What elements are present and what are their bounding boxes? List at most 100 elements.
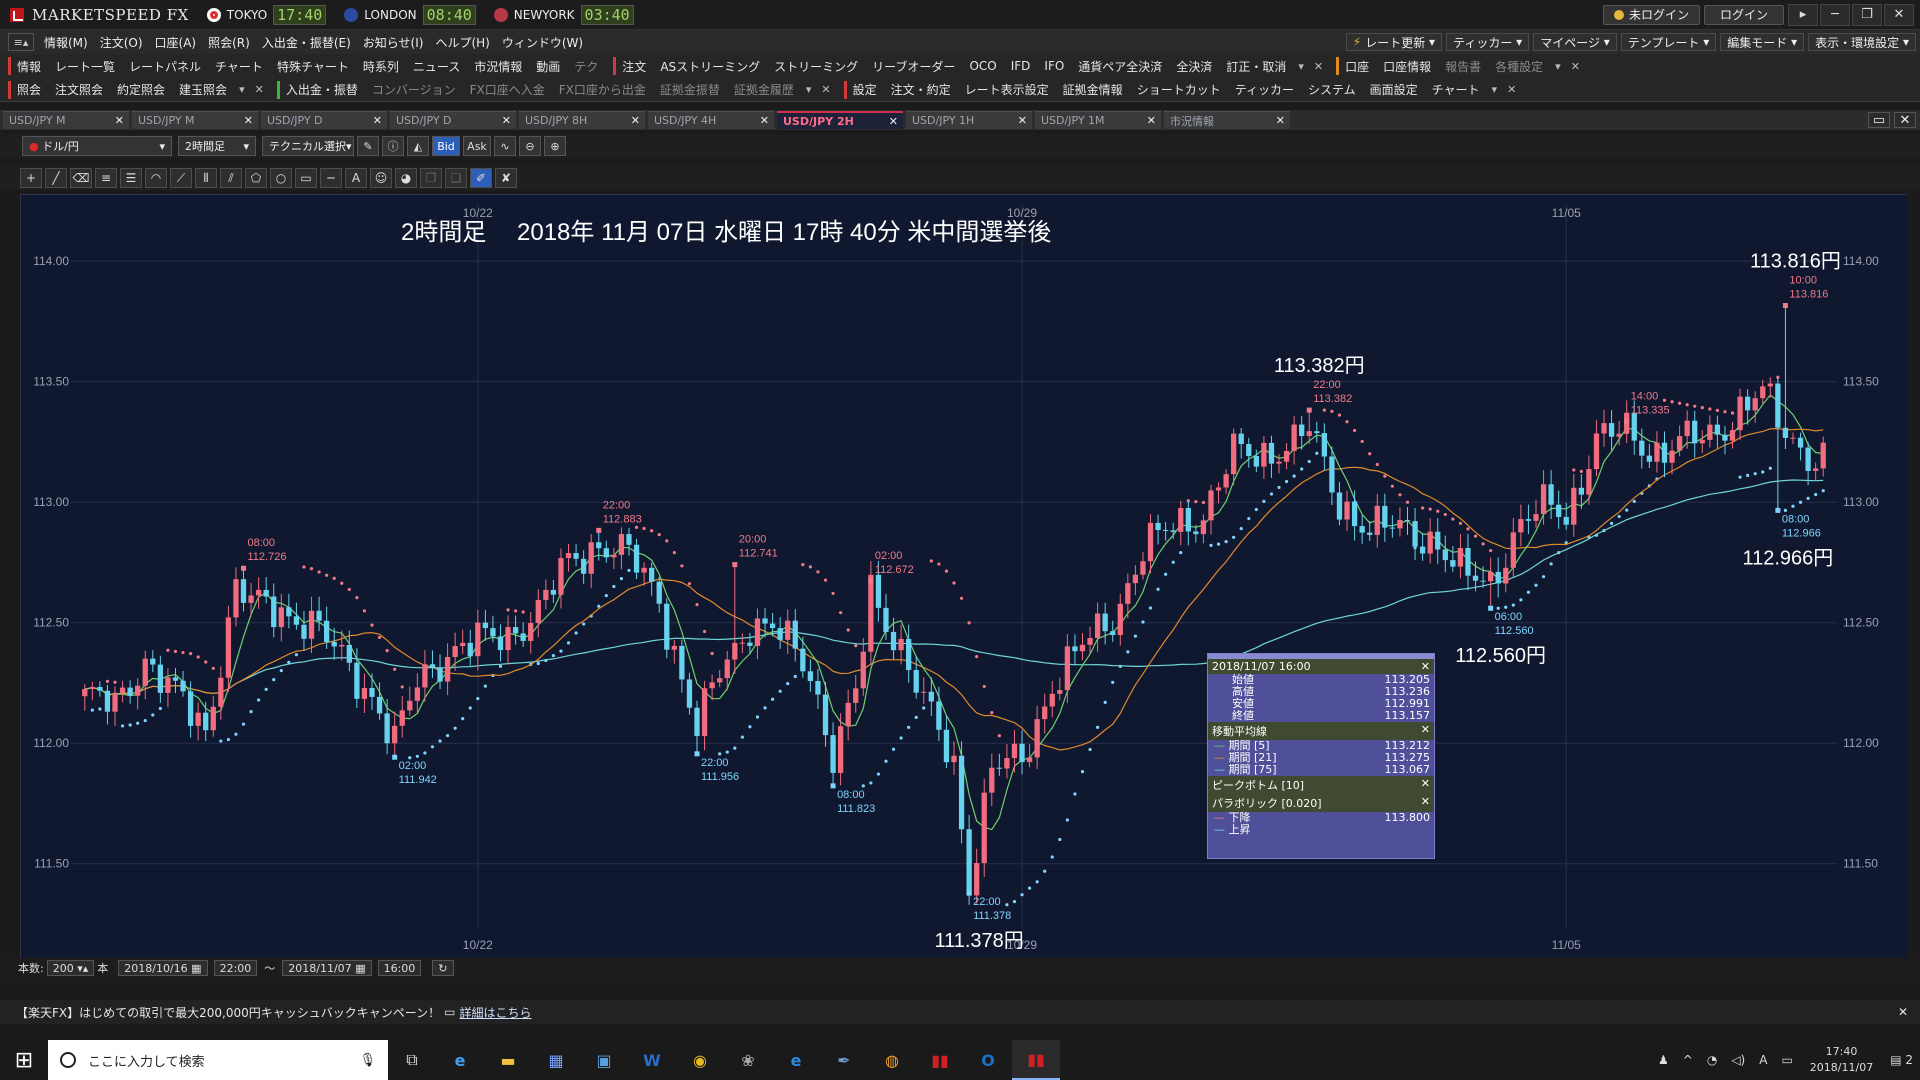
edit-mode-button[interactable]: 編集モード ▾ xyxy=(1720,33,1805,51)
tb-all-settle[interactable]: 全決済 xyxy=(1169,57,1219,75)
text-icon[interactable]: A xyxy=(345,168,367,188)
tb-rate-display[interactable]: レート表示設定 xyxy=(958,81,1056,99)
close-icon[interactable]: ✕ xyxy=(1309,60,1328,73)
tb-settings[interactable]: 各種設定 xyxy=(1488,57,1550,75)
network-icon[interactable]: ◔ xyxy=(1707,1053,1717,1067)
tb-order-inquiry[interactable]: 注文照会 xyxy=(48,81,110,99)
taskbar-clock[interactable]: 17:40 2018/11/07 xyxy=(1810,1044,1873,1076)
lines-icon[interactable]: ≡ xyxy=(95,168,117,188)
from-date-field[interactable]: 2018/10/16 ▦ xyxy=(118,960,208,976)
dropdown-icon[interactable]: ▾ xyxy=(1550,60,1566,73)
outlook-icon[interactable]: O xyxy=(964,1040,1012,1080)
tb-ticker[interactable]: ティッカー xyxy=(1228,81,1301,99)
technical-select[interactable]: テクニカル選択 ▾ xyxy=(262,136,354,156)
tab-0[interactable]: USD/JPY M ✕ xyxy=(3,111,129,129)
area-chart-icon[interactable]: ◭ xyxy=(407,136,429,156)
close-icon[interactable]: ✕ xyxy=(1421,723,1430,739)
close-icon[interactable]: ✕ xyxy=(631,114,645,127)
menu-order[interactable]: 注文(O) xyxy=(94,34,149,51)
ask-button[interactable]: Ask xyxy=(463,136,491,156)
tb-conversion[interactable]: コンバージョン xyxy=(365,81,463,99)
close-icon[interactable]: ✕ xyxy=(1421,795,1430,811)
close-icon[interactable]: ✕ xyxy=(502,114,516,127)
tab-8[interactable]: USD/JPY 1M ✕ xyxy=(1035,111,1161,129)
fan-icon[interactable]: ⟋ xyxy=(170,168,192,188)
paste-icon[interactable]: ❏ xyxy=(445,168,467,188)
cycle-icon[interactable]: ⦀ xyxy=(195,168,217,188)
tb-timeseries[interactable]: 時系列 xyxy=(356,57,406,75)
eraser-icon[interactable]: ⌫ xyxy=(70,168,92,188)
tb-special-chart[interactable]: 特殊チャート xyxy=(270,57,356,75)
tb-market-info[interactable]: 市況情報 xyxy=(467,57,529,75)
zoom-out-icon[interactable]: ⊖ xyxy=(519,136,541,156)
tab-6[interactable]: USD/JPY 2H ✕ xyxy=(777,111,903,129)
close-icon[interactable]: ✕ xyxy=(1421,660,1430,673)
menu-notice[interactable]: お知らせ(I) xyxy=(357,34,430,51)
tb-system[interactable]: システム xyxy=(1301,81,1363,99)
tb-pair-settle[interactable]: 通貨ペア全決済 xyxy=(1071,57,1169,75)
pencil-edit-icon[interactable]: ✐ xyxy=(470,168,492,188)
dropdown-icon[interactable]: ▾ xyxy=(801,83,817,96)
tb-rate-list[interactable]: レート一覧 xyxy=(48,57,122,75)
feather-icon[interactable]: ✒ xyxy=(820,1040,868,1080)
dropdown-icon[interactable]: ▾ xyxy=(1293,60,1309,73)
fibonacci-icon[interactable]: ☰ xyxy=(120,168,142,188)
rectangle-icon[interactable]: ▭ xyxy=(295,168,317,188)
timeframe-select[interactable]: 2時間足 ▾ xyxy=(178,136,256,156)
edge-icon[interactable]: e xyxy=(772,1040,820,1080)
folder-icon[interactable]: ▬ xyxy=(484,1040,532,1080)
close-icon[interactable]: ✕ xyxy=(1884,3,1914,26)
tb-tech[interactable]: テク xyxy=(567,57,605,75)
app-icon[interactable]: ❀ xyxy=(724,1040,772,1080)
tb-shortcut[interactable]: ショートカット xyxy=(1130,81,1228,99)
tab-7[interactable]: USD/JPY 1H ✕ xyxy=(906,111,1032,129)
login-button[interactable]: ログイン xyxy=(1704,4,1784,25)
ad-link[interactable]: 詳細はこちら xyxy=(460,1004,532,1021)
mypage-button[interactable]: マイページ ▾ xyxy=(1533,33,1617,51)
people-icon[interactable]: ♟ xyxy=(1658,1053,1669,1067)
reload-icon[interactable]: ↻ xyxy=(432,960,454,976)
close-icon[interactable]: ✕ xyxy=(1147,114,1161,127)
restore-icon[interactable]: ❐ xyxy=(1852,3,1882,26)
icon-stamp-icon[interactable]: ☺ xyxy=(370,168,392,188)
close-icon[interactable]: ✕ xyxy=(1894,112,1916,128)
close-icon[interactable]: ✕ xyxy=(1502,83,1521,96)
menu-transfer[interactable]: 入出金・振替(E) xyxy=(256,34,357,51)
tb-modify-cancel[interactable]: 訂正・取消 xyxy=(1219,57,1293,75)
microphone-icon[interactable]: 🎙 xyxy=(359,1053,376,1068)
tab-4[interactable]: USD/JPY 8H ✕ xyxy=(519,111,645,129)
volume-icon[interactable]: ◁) xyxy=(1731,1053,1745,1067)
close-icon[interactable]: ✕ xyxy=(1276,114,1290,127)
keyboard-icon[interactable]: ▭ xyxy=(1781,1053,1792,1067)
tab-5[interactable]: USD/JPY 4H ✕ xyxy=(648,111,774,129)
tb-margin-transfer[interactable]: 証拠金振替 xyxy=(653,81,727,99)
app-window-icon[interactable]: ▣ xyxy=(580,1040,628,1080)
tab-1[interactable]: USD/JPY M ✕ xyxy=(132,111,258,129)
arc-icon[interactable]: ◠ xyxy=(145,168,167,188)
tb-ifd[interactable]: IFD xyxy=(1004,57,1038,75)
close-icon[interactable]: ✕ xyxy=(250,83,269,96)
count-select[interactable]: 200 ▾▴ xyxy=(46,960,95,976)
chrome-icon[interactable]: ◉ xyxy=(676,1040,724,1080)
tab-2[interactable]: USD/JPY D ✕ xyxy=(261,111,387,129)
channel-icon[interactable]: ⫽ xyxy=(220,168,242,188)
tb-order-exec[interactable]: 注文・約定 xyxy=(884,81,958,99)
close-icon[interactable]: ✕ xyxy=(373,114,387,127)
circle-icon[interactable]: ○ xyxy=(270,168,292,188)
ie-icon[interactable]: e xyxy=(436,1040,484,1080)
wave-icon[interactable]: ∿ xyxy=(494,136,516,156)
close-icon[interactable]: ✕ xyxy=(760,114,774,127)
tb-chart[interactable]: チャート xyxy=(208,57,270,75)
menu-inquiry[interactable]: 照会(R) xyxy=(202,34,256,51)
chart-area[interactable]: 114.00 114.00 113.50 113.50 113.00 113.00 112.… xyxy=(20,194,1907,959)
hamburger-icon[interactable]: ≡▴ xyxy=(8,33,34,51)
to-time-field[interactable]: 16:00 xyxy=(377,960,422,976)
ime-indicator[interactable]: A xyxy=(1759,1053,1767,1067)
tb-chart-settings[interactable]: チャート xyxy=(1425,81,1487,99)
template-button[interactable]: テンプレート ▾ xyxy=(1620,33,1717,51)
magnet-icon[interactable]: ◕ xyxy=(395,168,417,188)
info-icon[interactable]: ⓘ xyxy=(382,136,404,156)
tb-margin-info[interactable]: 証拠金情報 xyxy=(1056,81,1130,99)
copy-icon[interactable]: ❐ xyxy=(420,168,442,188)
tb-ifo[interactable]: IFO xyxy=(1037,57,1071,75)
